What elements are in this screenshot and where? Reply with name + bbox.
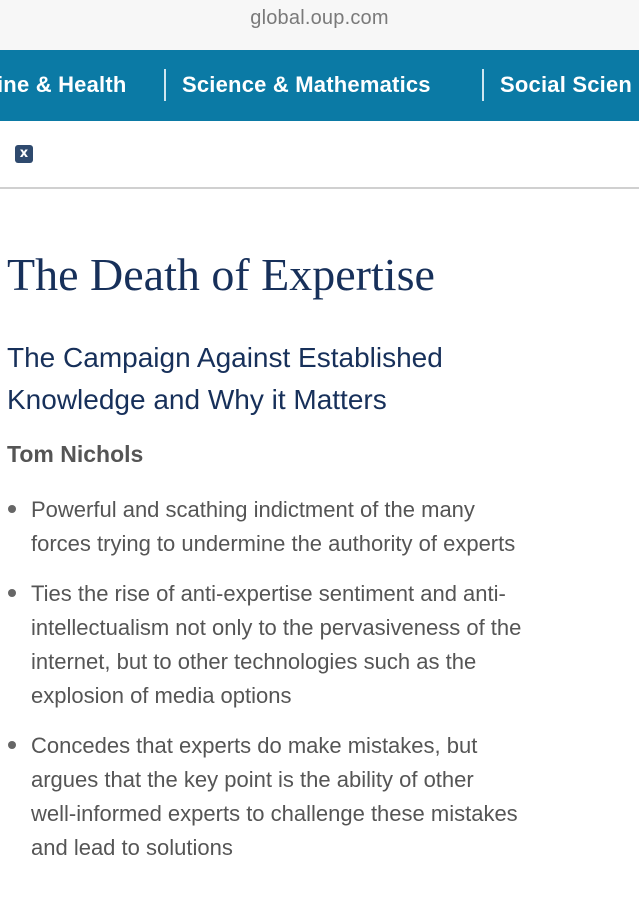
list-item: Ties the rise of anti-expertise sentimen…: [0, 576, 639, 713]
bullet-text-line: argues that the key point is the ability…: [31, 767, 474, 792]
list-item: Concedes that experts do make mistakes, …: [0, 728, 639, 865]
bullet-text-line: explosion of media options: [31, 683, 292, 708]
bullet-text-line: well-informed experts to challenge these…: [31, 801, 518, 826]
bullet-dot-icon: [8, 741, 16, 749]
bullet-text-line: intellectualism not only to the pervasiv…: [31, 615, 522, 640]
bullet-dot-icon: [8, 589, 16, 597]
subtitle-line: Knowledge and Why it Matters: [7, 384, 387, 415]
bullet-text-line: Ties the rise of anti-expertise sentimen…: [31, 581, 506, 606]
nav-separator: [164, 69, 166, 101]
bullet-text-line: and lead to solutions: [31, 835, 233, 860]
subtitle-line: The Campaign Against Established: [7, 342, 443, 373]
nav-separator: [482, 69, 484, 101]
subject-navigation-bar: ine & Health Science & Mathematics Socia…: [0, 50, 639, 121]
url-text[interactable]: global.oup.com: [0, 7, 639, 30]
browser-address-bar[interactable]: global.oup.com: [0, 0, 639, 50]
close-icon[interactable]: x: [15, 145, 33, 163]
nav-item-social-sciences[interactable]: Social Scien: [500, 72, 632, 98]
book-subtitle: The Campaign Against Established Knowled…: [7, 337, 627, 421]
bullet-dot-icon: [8, 505, 16, 513]
bullet-text-line: Concedes that experts do make mistakes, …: [31, 733, 478, 758]
book-title: The Death of Expertise: [7, 249, 435, 300]
book-author: Tom Nichols: [7, 441, 144, 467]
bullet-text-line: forces trying to undermine the authority…: [31, 531, 516, 556]
book-highlights-list: Powerful and scathing indictment of the …: [0, 492, 639, 880]
bullet-text-line: Powerful and scathing indictment of the …: [31, 497, 475, 522]
bullet-text-line: internet, but to other technologies such…: [31, 649, 477, 674]
list-item: Powerful and scathing indictment of the …: [0, 492, 639, 561]
nav-item-medicine-health[interactable]: ine & Health: [0, 72, 127, 98]
nav-item-science-mathematics[interactable]: Science & Mathematics: [182, 72, 431, 98]
toolbar: x: [0, 121, 639, 189]
